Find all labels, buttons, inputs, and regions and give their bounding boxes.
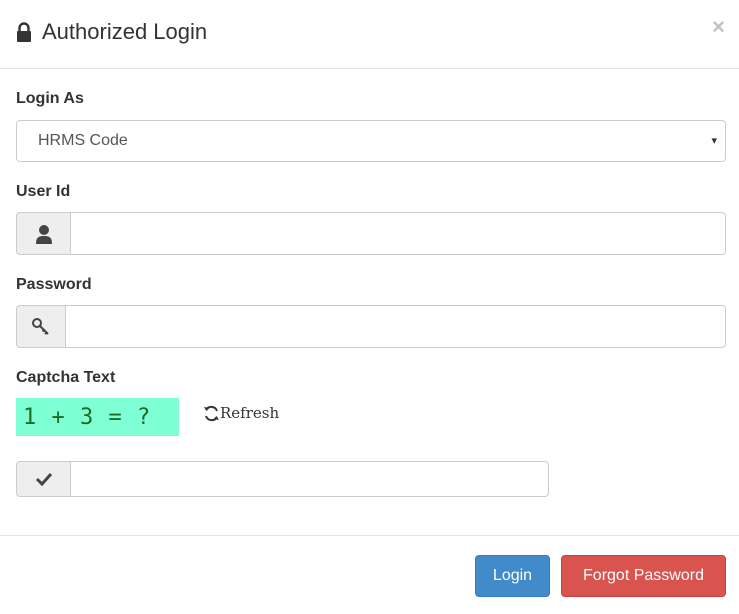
refresh-label: Refresh xyxy=(220,404,280,422)
login-as-selected-value: HRMS Code xyxy=(38,132,128,149)
login-as-select[interactable]: HRMS Code ▾ xyxy=(16,120,726,162)
close-button[interactable]: × xyxy=(712,16,725,38)
key-icon xyxy=(16,305,65,348)
modal-header: Authorized Login × xyxy=(0,0,739,69)
modal-title: Authorized Login xyxy=(42,19,208,44)
login-as-label: Login As xyxy=(16,90,84,107)
user-id-label: User Id xyxy=(16,183,71,200)
refresh-icon xyxy=(204,405,219,421)
password-label: Password xyxy=(16,276,92,293)
lock-icon xyxy=(17,22,31,42)
footer-divider xyxy=(0,535,739,536)
user-id-input[interactable] xyxy=(70,212,726,255)
captcha-input-group xyxy=(16,461,549,497)
check-icon xyxy=(16,461,70,497)
login-button[interactable]: Login xyxy=(475,555,550,597)
forgot-password-button[interactable]: Forgot Password xyxy=(561,555,726,597)
chevron-down-icon: ▾ xyxy=(711,135,717,147)
captcha-image: 1 + 3 = ? xyxy=(16,398,179,436)
login-modal: Authorized Login × Login As HRMS Code ▾ … xyxy=(0,0,739,614)
user-icon xyxy=(16,212,70,255)
password-input-group xyxy=(16,305,726,348)
user-id-input-group xyxy=(16,212,726,255)
captcha-answer-input[interactable] xyxy=(70,461,549,497)
refresh-captcha-link[interactable]: Refresh xyxy=(203,404,279,422)
password-input[interactable] xyxy=(65,305,726,348)
captcha-challenge: 1 + 3 = ? xyxy=(23,404,152,430)
captcha-label: Captcha Text xyxy=(16,369,116,386)
